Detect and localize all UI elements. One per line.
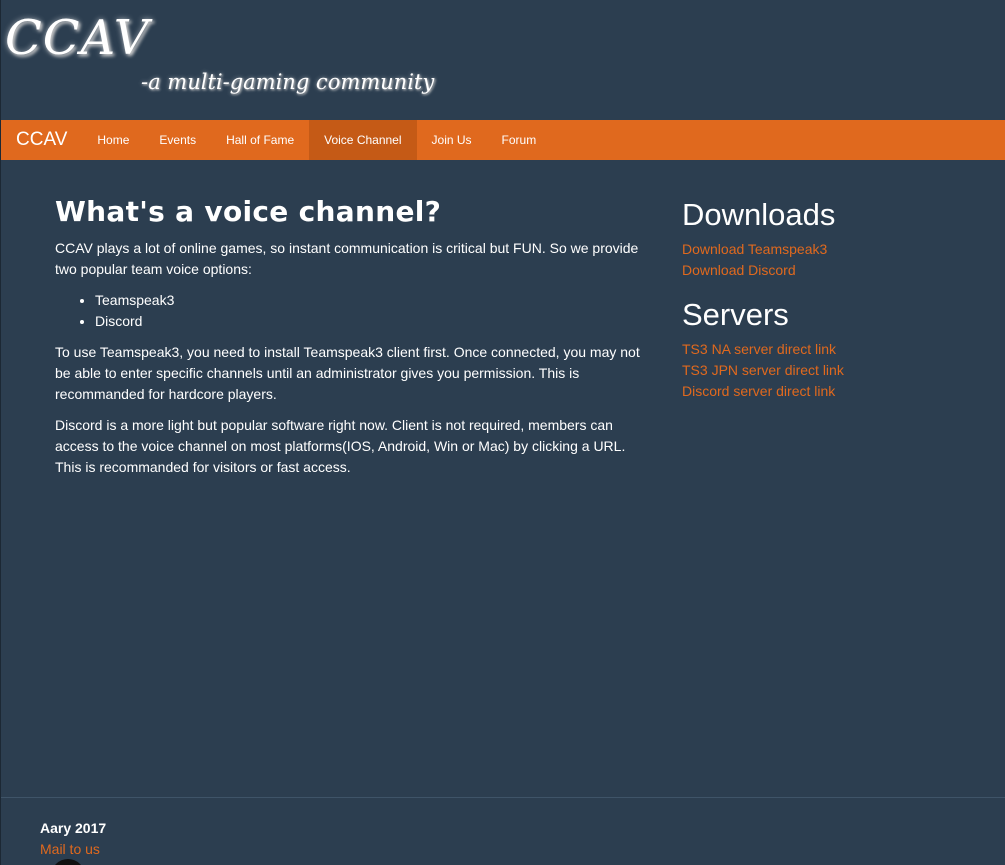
download-teamspeak3-link[interactable]: Download Teamspeak3 — [682, 239, 982, 260]
main-content: What's a voice channel? CCAV plays a lot… — [55, 195, 655, 488]
ts3-na-server-link[interactable]: TS3 NA server direct link — [682, 339, 982, 360]
download-discord-link[interactable]: Download Discord — [682, 260, 982, 281]
footer-date: Aary 2017 — [40, 820, 107, 836]
list-item: Teamspeak3 — [95, 290, 655, 311]
downloads-heading: Downloads — [682, 197, 836, 232]
nav-item-forum[interactable]: Forum — [487, 120, 552, 160]
nav-item-events[interactable]: Events — [144, 120, 211, 160]
site-logo-title: CCAV — [5, 10, 150, 66]
page-heading: What's a voice channel? — [55, 195, 442, 228]
nav-item-hall-of-fame[interactable]: Hall of Fame — [211, 120, 309, 160]
downloads-section: Downloads Download Teamspeak3 Download D… — [682, 197, 982, 281]
list-item: Discord — [95, 311, 655, 332]
nav-item-join-us[interactable]: Join Us — [417, 120, 487, 160]
main-navbar: CCAV Home Events Hall of Fame Voice Chan… — [1, 120, 1005, 160]
navbar-brand[interactable]: CCAV — [1, 120, 82, 160]
voice-options-list: Teamspeak3 Discord — [55, 290, 655, 332]
servers-heading: Servers — [682, 297, 789, 332]
servers-section: Servers TS3 NA server direct link TS3 JP… — [682, 297, 982, 402]
teamspeak-paragraph: To use Teamspeak3, you need to install T… — [55, 344, 640, 402]
nav-item-voice-channel[interactable]: Voice Channel — [309, 120, 417, 160]
ts3-jpn-server-link[interactable]: TS3 JPN server direct link — [682, 360, 982, 381]
sidebar: Downloads Download Teamspeak3 Download D… — [682, 197, 982, 418]
site-logo-subtitle: -a multi-gaming community — [141, 70, 435, 94]
footer: Aary 2017 Mail to us — [1, 797, 1005, 865]
page: CCAV -a multi-gaming community CCAV Home… — [0, 0, 1005, 865]
avatar — [51, 859, 85, 865]
header-banner: CCAV -a multi-gaming community — [1, 0, 1005, 120]
mail-to-us-link[interactable]: Mail to us — [40, 841, 100, 857]
discord-paragraph: Discord is a more light but popular soft… — [55, 417, 626, 475]
nav-item-home[interactable]: Home — [82, 120, 144, 160]
intro-paragraph: CCAV plays a lot of online games, so ins… — [55, 240, 639, 277]
discord-server-link[interactable]: Discord server direct link — [682, 381, 982, 402]
